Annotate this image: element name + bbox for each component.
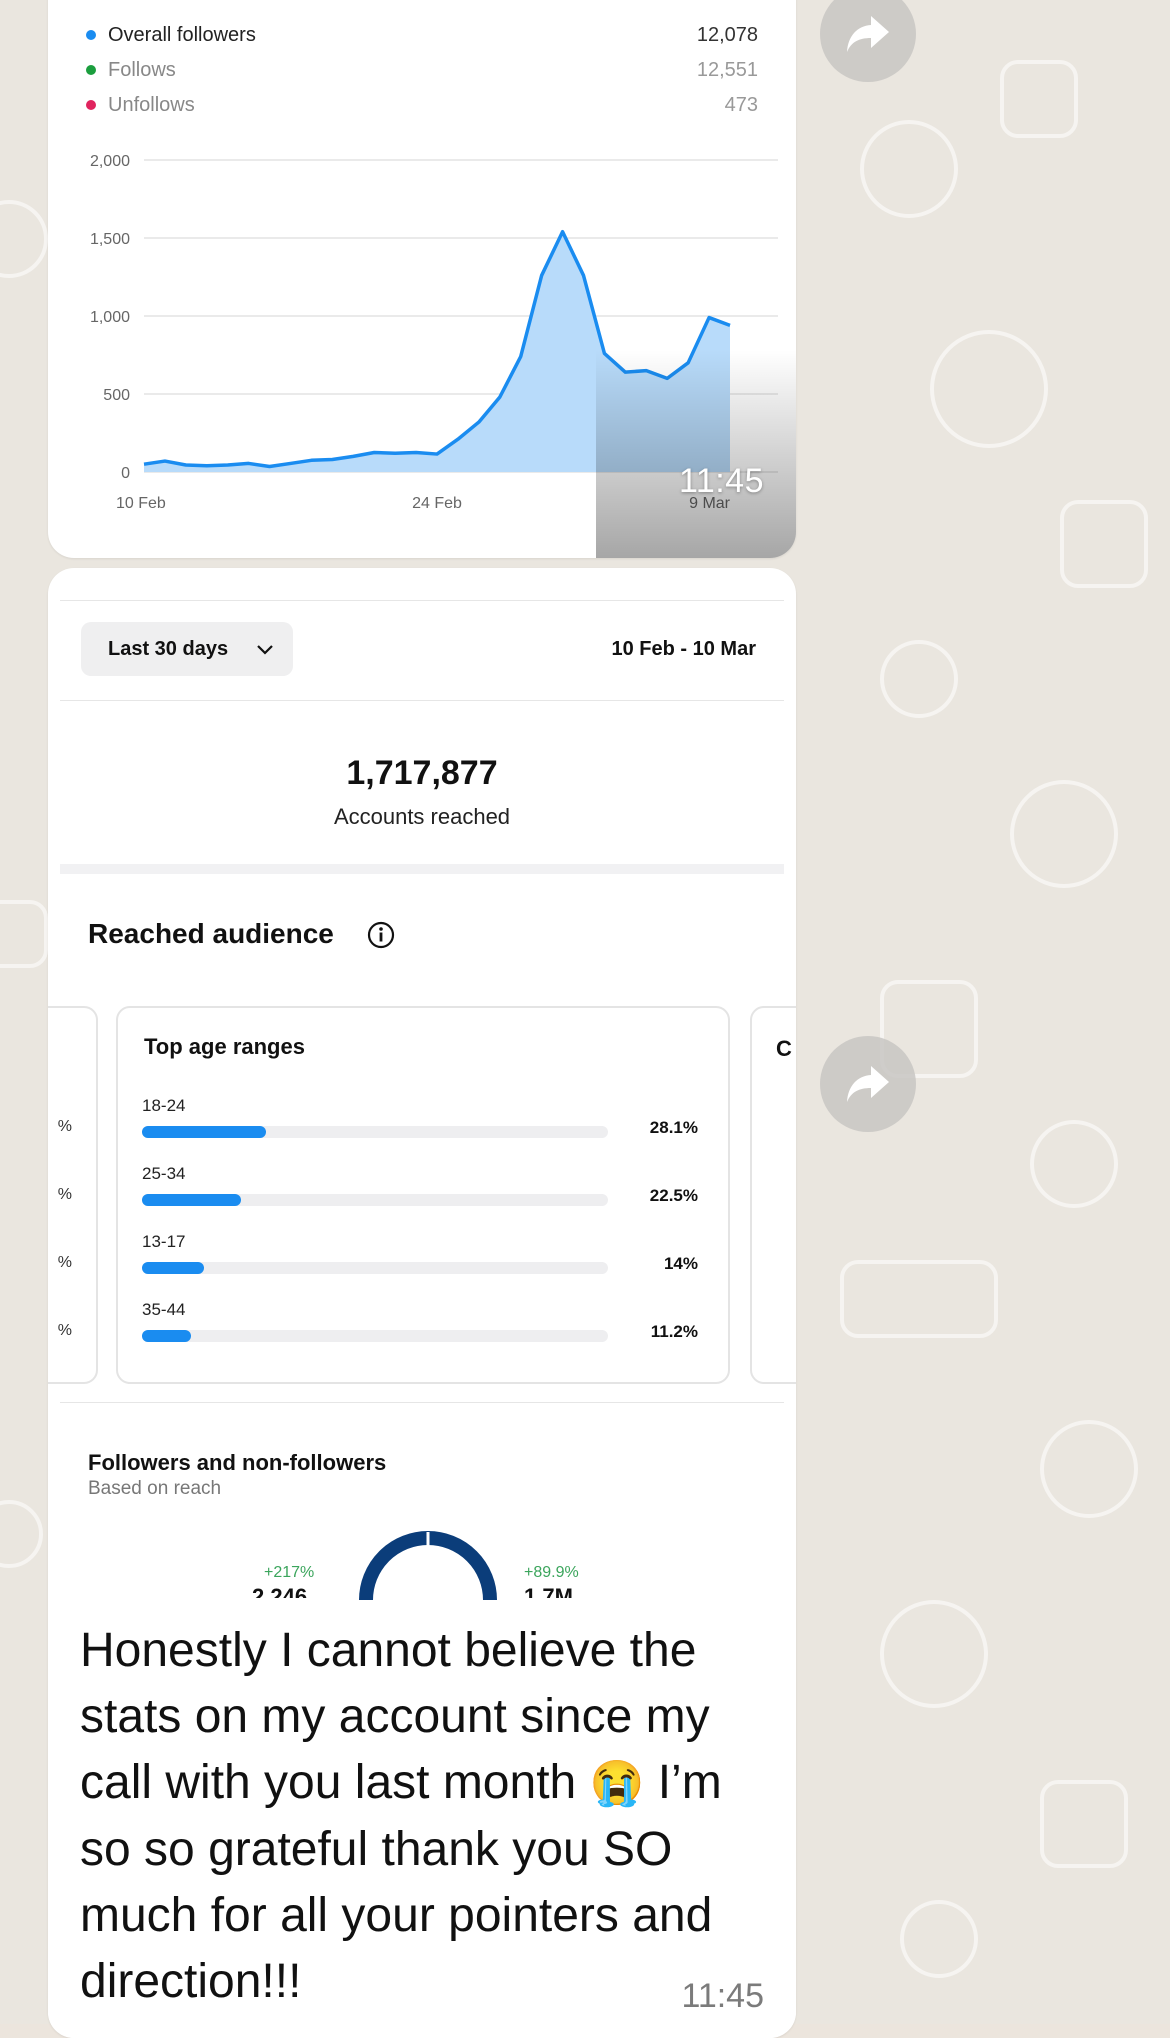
legend-item-overall-followers: Overall followers 12,078 — [86, 22, 758, 52]
legend-label: Follows — [108, 59, 176, 81]
x-tick-label: 24 Feb — [412, 495, 462, 512]
top-age-ranges-card: Top age ranges 18-24 28.1% 25-34 22.5% 13-17… — [116, 1006, 730, 1384]
crying-emoji-icon: 😭 — [589, 1759, 645, 1808]
age-card-title: Top age ranges — [144, 1034, 305, 1059]
y-tick-label: 2,000 — [90, 153, 130, 170]
message-text: Honestly I cannot believe the stats on m… — [80, 1618, 780, 2015]
age-range-bar-track — [142, 1262, 608, 1274]
divider — [60, 700, 784, 701]
image-message-followers-chart[interactable]: Overall followers 12,078 Follows 12,551 … — [48, 0, 796, 558]
non-followers-count: 1.7M — [524, 1584, 573, 1598]
x-tick-label: 10 Feb — [116, 495, 166, 512]
non-followers-change: +89.9% — [524, 1564, 579, 1581]
age-range-label: 18-24 — [142, 1096, 186, 1115]
next-card-edge[interactable]: C — [750, 1006, 796, 1384]
age-range-bar-track — [142, 1330, 608, 1342]
timestamp-shade — [596, 350, 796, 558]
message-timestamp: 11:45 — [681, 1977, 764, 2015]
date-range-dropdown[interactable]: Last 30 days — [81, 622, 293, 676]
accounts-reached-value: 1,717,877 — [346, 754, 498, 792]
followers-donut-chart — [359, 1531, 497, 1600]
legend-value: 12,078 — [696, 24, 758, 46]
age-range-bar-fill — [142, 1330, 192, 1342]
info-icon[interactable] — [366, 920, 396, 950]
forward-button[interactable] — [820, 1036, 916, 1132]
chevron-down-icon — [257, 645, 273, 655]
date-range-text: 10 Feb - 10 Mar — [611, 638, 756, 660]
y-tick-label: 1,000 — [90, 309, 130, 326]
cropped-percent-glyph: % — [57, 1254, 72, 1271]
cropped-percent-glyph: % — [57, 1322, 72, 1339]
age-range-label: 13-17 — [142, 1232, 186, 1251]
image-message-reach-stats[interactable]: Last 30 days 10 Feb - 10 Mar 1,717,877 A… — [48, 568, 796, 2038]
legend-item-follows: Follows 12,551 — [86, 57, 758, 87]
legend-dot-icon — [86, 30, 96, 40]
followers-count: 2,246 — [252, 1584, 308, 1598]
age-range-bar-fill — [142, 1194, 241, 1206]
age-range-label: 25-34 — [142, 1164, 186, 1183]
divider — [60, 600, 784, 601]
legend-dot-icon — [86, 65, 96, 75]
section-separator — [60, 864, 784, 874]
followers-section-title: Followers and non-followers — [88, 1450, 387, 1475]
age-range-percent: 28.1% — [649, 1118, 698, 1137]
age-range-percent: 11.2% — [650, 1322, 698, 1341]
legend-value: 473 — [724, 94, 758, 116]
forward-arrow-icon — [847, 16, 889, 52]
age-range-bar-fill — [142, 1262, 204, 1274]
y-tick-label: 500 — [103, 387, 130, 404]
image-timestamp: 11:45 — [678, 462, 764, 500]
previous-card-edge[interactable]: % % % % — [48, 1006, 98, 1384]
cropped-percent-glyph: % — [57, 1186, 72, 1203]
reached-audience-label: Reached audience — [88, 918, 334, 949]
range-label: Last 30 days — [108, 638, 229, 660]
legend-label: Unfollows — [108, 94, 195, 116]
reached-audience-title: Reached audience — [88, 918, 334, 950]
forward-arrow-icon — [847, 1066, 889, 1102]
accounts-reached-label: Accounts reached — [333, 804, 511, 829]
legend-value: 12,551 — [696, 59, 758, 81]
followers-change: +217% — [264, 1564, 315, 1581]
divider — [60, 1402, 784, 1403]
followers-section-subtitle: Based on reach — [88, 1478, 222, 1499]
age-range-bar-track — [142, 1126, 608, 1138]
legend-label: Overall followers — [108, 24, 256, 46]
age-range-bar-track — [142, 1194, 608, 1206]
cropped-title-glyph: C — [776, 1036, 792, 1061]
cropped-percent-glyph: % — [57, 1118, 72, 1135]
y-tick-label: 0 — [121, 465, 130, 482]
age-range-bar-fill — [142, 1126, 266, 1138]
age-range-label: 35-44 — [142, 1300, 186, 1319]
legend-item-unfollows: Unfollows 473 — [86, 92, 758, 122]
y-tick-label: 1,500 — [90, 231, 130, 248]
age-range-percent: 14% — [663, 1254, 698, 1273]
legend-dot-icon — [86, 100, 96, 110]
age-range-percent: 22.5% — [649, 1186, 698, 1205]
